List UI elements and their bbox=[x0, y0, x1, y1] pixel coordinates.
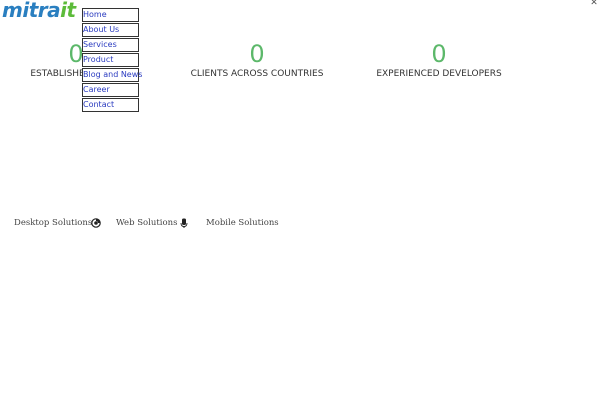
circle-logo-icon bbox=[91, 218, 101, 228]
nav-item-contact[interactable]: Contact bbox=[82, 98, 139, 112]
desktop-solutions-link[interactable]: Desktop Solutions bbox=[14, 217, 92, 229]
site-logo[interactable]: mitrait bbox=[2, 0, 76, 22]
logo-text: mitra bbox=[2, 0, 61, 22]
nav-item-home[interactable]: Home bbox=[82, 8, 139, 22]
nav-item-services[interactable]: Services bbox=[82, 38, 139, 52]
main-nav-menu: Home About Us Services Product Blog and … bbox=[82, 8, 142, 113]
nav-item-product[interactable]: Product bbox=[82, 53, 139, 67]
nav-item-blog-and-news[interactable]: Blog and News bbox=[82, 68, 142, 82]
stat-clients: 0 CLIENTS ACROSS COUNTRIES bbox=[157, 40, 357, 80]
mobile-device-icon bbox=[180, 218, 188, 228]
nav-item-career[interactable]: Career bbox=[82, 83, 139, 97]
close-icon[interactable]: ✕ bbox=[590, 0, 598, 8]
stat-label: EXPERIENCED DEVELOPERS bbox=[376, 69, 502, 79]
stat-label: CLIENTS ACROSS COUNTRIES bbox=[190, 69, 324, 79]
stat-value: 0 bbox=[249, 40, 265, 68]
stat-value: 0 bbox=[431, 40, 447, 68]
mobile-solutions-link[interactable]: Mobile Solutions bbox=[206, 217, 279, 229]
logo-accent-text: it bbox=[60, 0, 76, 22]
stat-developers: 0 EXPERIENCED DEVELOPERS bbox=[339, 40, 539, 80]
nav-item-about-us[interactable]: About Us bbox=[82, 23, 139, 37]
web-solutions-link[interactable]: Web Solutions bbox=[116, 217, 177, 229]
